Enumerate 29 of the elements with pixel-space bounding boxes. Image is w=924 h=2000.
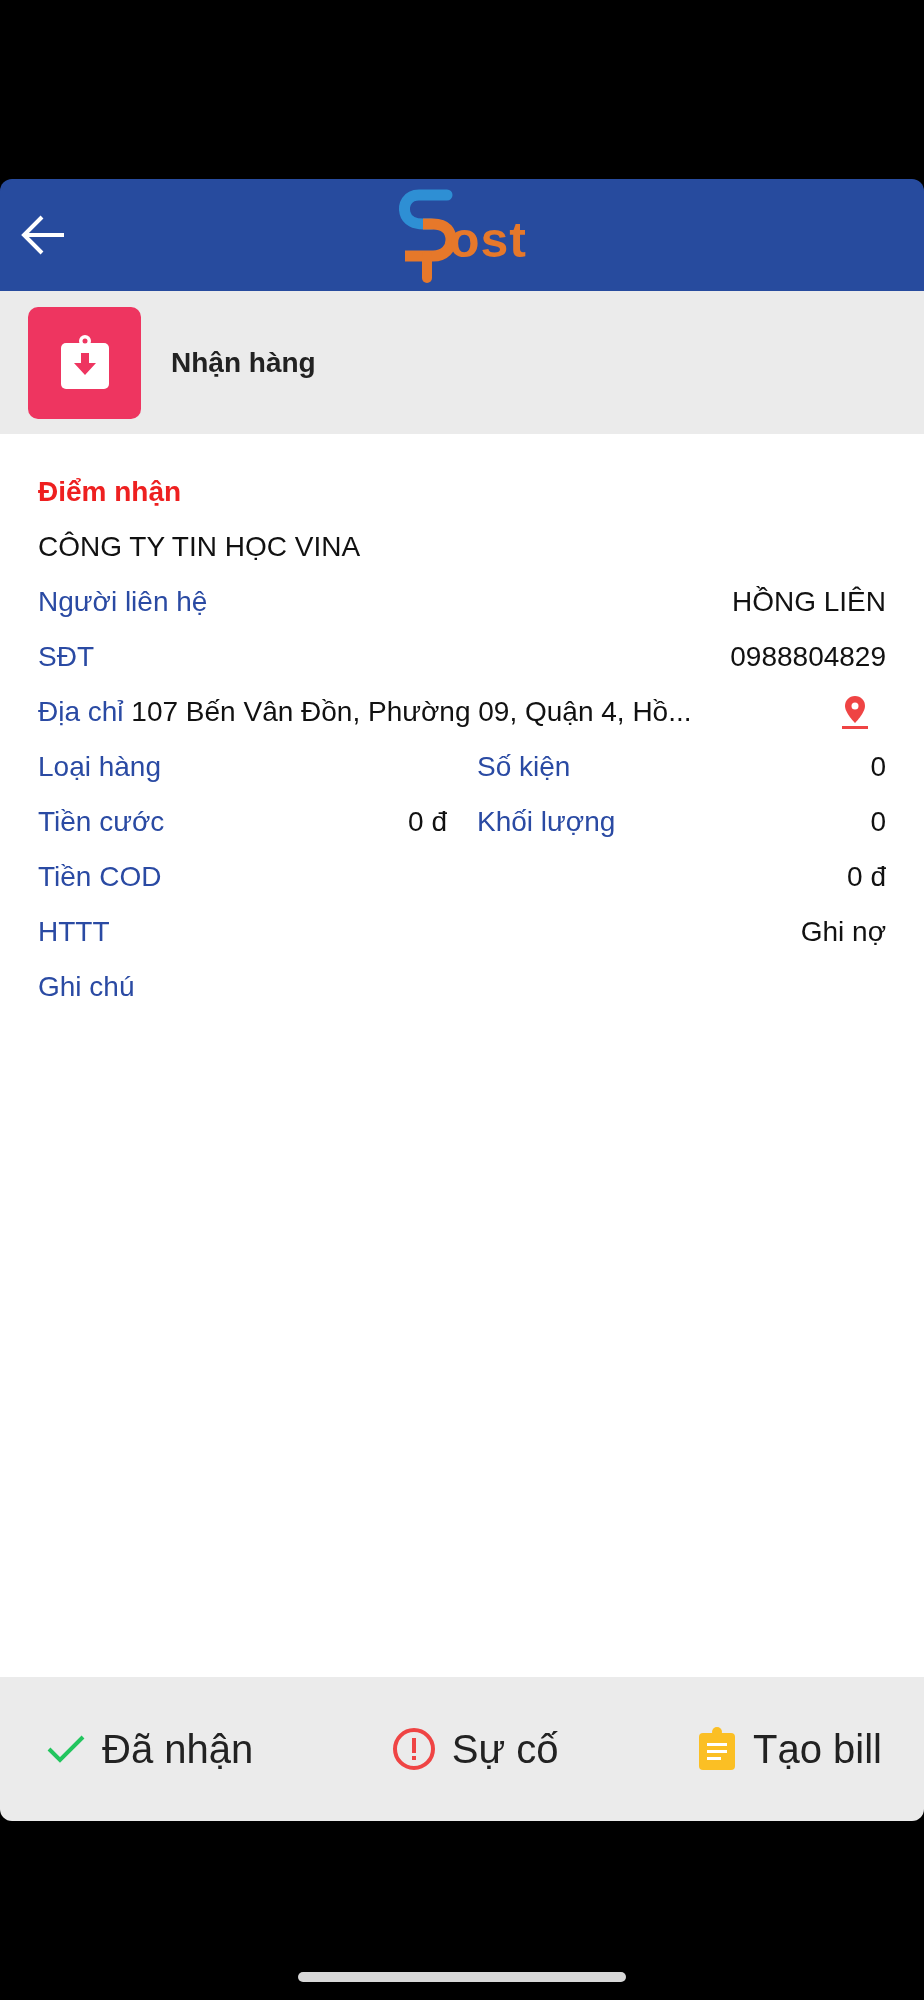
field-label: HTTT xyxy=(38,915,110,948)
receive-package-icon xyxy=(28,306,141,419)
field-value: 0 đ xyxy=(847,860,886,893)
company-name: CÔNG TY TIN HỌC VINA xyxy=(38,530,362,564)
field-label: Tiền COD xyxy=(38,860,162,893)
field-value: 0988804829 xyxy=(730,640,886,673)
checkmark-icon xyxy=(46,1734,86,1764)
section-title: Nhận hàng xyxy=(171,346,316,379)
back-arrow-icon[interactable] xyxy=(20,215,66,255)
issue-button[interactable]: Sự cố xyxy=(391,1726,559,1772)
field-label: Tiền cước xyxy=(38,805,165,838)
clipboard-icon xyxy=(697,1727,738,1771)
field-label: Ghi chú xyxy=(38,970,135,1003)
field-value: 0 đ xyxy=(408,805,447,838)
field-value: 0 xyxy=(870,805,886,838)
field-value: Ghi nợ xyxy=(800,915,886,948)
map-pin-icon[interactable] xyxy=(840,693,870,730)
warning-icon xyxy=(391,1727,436,1771)
field-value: HỒNG LIÊN xyxy=(731,585,886,618)
address-text: Địa chỉ 107 Bến Vân Đồn, Phường 09, Quận 4, Hồ... xyxy=(38,695,692,728)
field-label: Khối lượng xyxy=(477,805,616,838)
field-label: Loại hàng xyxy=(38,750,161,783)
pickup-heading: Điểm nhận xyxy=(38,475,183,509)
done-button[interactable]: Đã nhận xyxy=(46,1726,254,1772)
field-label: Số kiện xyxy=(477,750,571,783)
field-label: Người liên hệ xyxy=(38,585,208,618)
field-value: 0 xyxy=(870,750,886,783)
bill-button[interactable]: Tạo bill xyxy=(697,1726,882,1772)
field-label: SĐT xyxy=(38,640,94,673)
